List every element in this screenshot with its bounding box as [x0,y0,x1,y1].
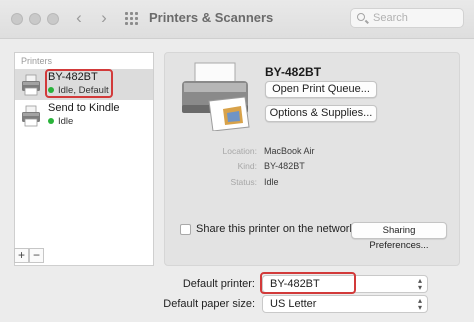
printer-status: Idle [48,116,73,127]
remove-printer-button[interactable]: − [29,248,44,263]
add-printer-button[interactable]: + [14,248,29,263]
add-remove-bar: + − [14,248,44,263]
kind-value: BY-482BT [264,161,305,171]
kind-label: Kind: [237,161,257,171]
show-all-grid-icon[interactable] [125,12,138,25]
title-bar: ‹ › Printers & Scanners Search [0,0,474,39]
sharing-preferences-button[interactable]: Sharing Preferences... [351,222,447,251]
default-printer-label: Default printer: [182,278,255,290]
selected-printer-name: BY-482BT [265,65,322,79]
share-printer-checkbox[interactable] [180,224,191,235]
highlight-box [260,272,356,294]
paper-size-select[interactable]: US Letter ▴ ▾ [262,295,428,313]
minimize-window-button[interactable] [29,13,41,25]
back-arrow-icon[interactable]: ‹ [70,8,88,28]
status-label: Status: [230,177,257,187]
chevron-updown-icon: ▴ ▾ [417,296,422,312]
search-field[interactable]: Search [350,8,464,28]
zoom-window-button[interactable] [47,13,59,25]
open-print-queue-button[interactable]: Open Print Queue... [265,81,377,98]
printer-list-header: Printers [21,56,53,66]
close-window-button[interactable] [11,13,23,25]
status-dot-icon [48,118,54,124]
status-value: Idle [264,177,279,187]
paper-size-label: Default paper size: [163,298,255,310]
chevron-updown-icon: ▴ ▾ [417,276,422,292]
printer-detail-pane: BY-482BT Open Print Queue... Options & S… [164,52,460,266]
share-printer-label[interactable]: Share this printer on the network [196,223,355,235]
printer-list[interactable]: Printers BY-482BT Idle, Default Send to … [14,52,154,266]
highlight-box [45,69,113,98]
paper-size-value: US Letter [270,298,317,310]
search-icon [357,13,365,21]
printer-icon [22,105,40,127]
printer-icon [22,74,40,96]
printer-name: Send to Kindle [48,102,120,114]
location-label: Location: [222,146,258,156]
search-placeholder: Search [373,12,408,24]
printer-list-item-send-to-kindle[interactable]: Send to Kindle Idle [15,100,153,131]
printers-scanners-window: ‹ › Printers & Scanners Search Printers … [0,0,474,322]
options-supplies-button[interactable]: Options & Supplies... [265,105,377,122]
large-printer-icon [182,62,250,131]
forward-arrow-icon[interactable]: › [95,8,113,28]
window-title: Printers & Scanners [149,10,274,25]
location-value: MacBook Air [264,146,315,156]
